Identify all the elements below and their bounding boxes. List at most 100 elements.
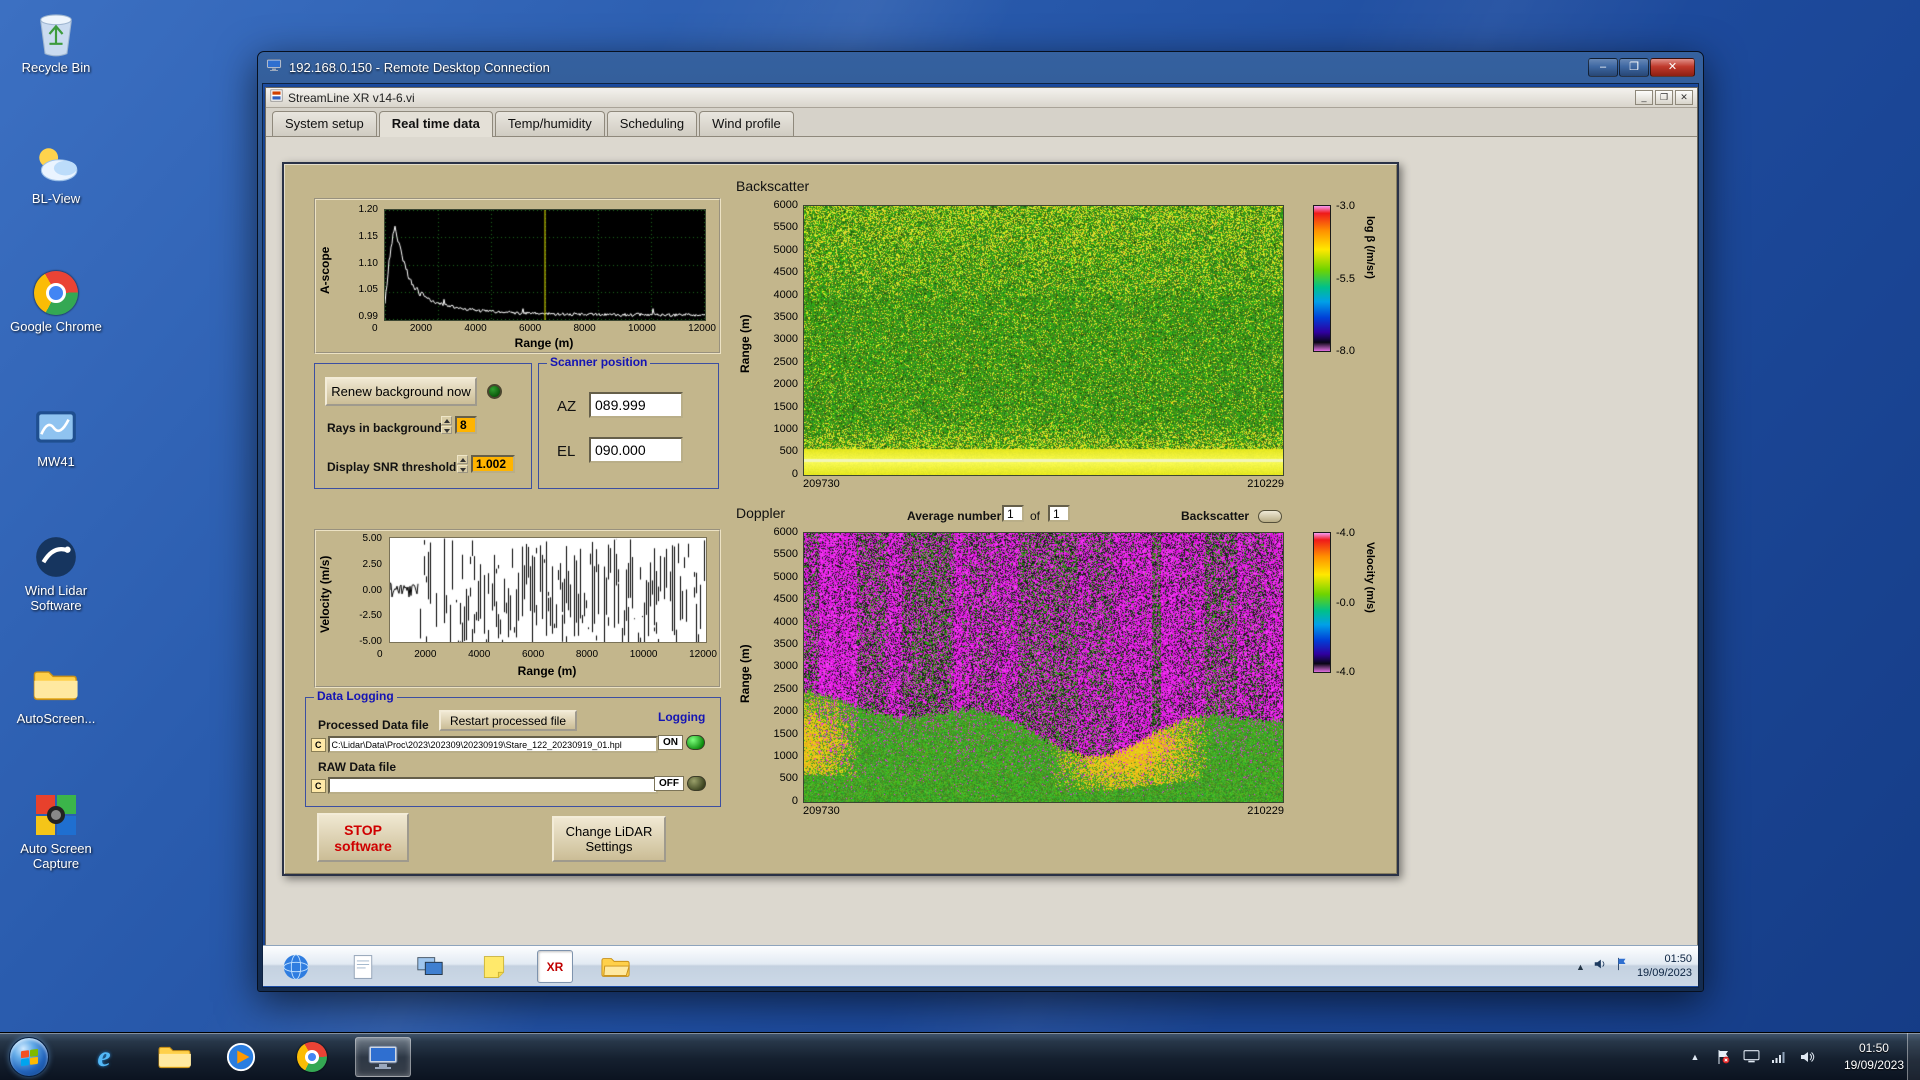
desktop-icon-wind-lidar[interactable]: Wind Lidar Software <box>6 533 106 614</box>
desktop-icon-mw41[interactable]: MW41 <box>6 404 106 470</box>
wind-lidar-icon <box>32 533 80 581</box>
host-clock[interactable]: 01:50 19/09/2023 <box>1844 1040 1904 1074</box>
backscatter-xticks: 209730210229 <box>803 478 1284 490</box>
host-clock-date: 19/09/2023 <box>1844 1057 1904 1074</box>
close-button[interactable]: ✕ <box>1650 58 1695 77</box>
hidden-icons-arrow[interactable]: ▲ <box>1686 1048 1704 1066</box>
open-folder-icon[interactable] <box>598 950 634 983</box>
action-center-flag-icon[interactable] <box>1714 1048 1732 1066</box>
desktop-icon-recycle-bin[interactable]: Recycle Bin <box>6 10 106 76</box>
desktop: Recycle Bin BL-View Google Chrome MW41 W… <box>0 0 1920 1080</box>
vi-minimize-button[interactable]: _ <box>1635 90 1653 105</box>
ascope-plot-canvas <box>384 209 706 321</box>
doppler-colorbar-label: Velocity (m/s) <box>1364 542 1376 613</box>
desktop-icon-google-chrome[interactable]: Google Chrome <box>6 269 106 335</box>
front-panel: A-scope 1.201.151.101.050.99 02000400060… <box>282 162 1399 876</box>
renew-background-button[interactable]: Renew background now <box>325 377 477 406</box>
snr-value-field[interactable]: 1.002 <box>471 455 515 473</box>
backscatter-toggle[interactable] <box>1258 510 1282 523</box>
processed-path-field[interactable]: C:\Lidar\Data\Proc\2023\202309\20230919\… <box>328 736 658 753</box>
processed-logging-switch[interactable]: ON <box>658 735 705 750</box>
backscatter-title: Backscatter <box>736 178 809 194</box>
network-tray-icon[interactable] <box>1770 1048 1788 1066</box>
average-number-field[interactable]: 1 <box>1002 505 1024 522</box>
notepad-icon[interactable] <box>345 950 381 983</box>
rdp-session-desktop: StreamLine XR v14-6.vi _ ❐ ✕ System setu… <box>262 83 1699 988</box>
doppler-title: Doppler <box>736 505 785 521</box>
maximize-button[interactable]: ❐ <box>1619 58 1649 77</box>
processed-path-drive[interactable]: C <box>311 738 326 752</box>
windows-flag-icon <box>21 1048 38 1065</box>
taskbar-remote-desktop[interactable] <box>355 1037 411 1077</box>
show-desktop-button[interactable] <box>1907 1033 1920 1080</box>
desktop-icon-label: Auto Screen Capture <box>6 842 106 872</box>
desktop-icon-auto-screen-capture[interactable]: Auto Screen Capture <box>6 791 106 872</box>
logging-label: Logging <box>658 710 705 724</box>
desktop-icon-autoscreen[interactable]: AutoScreen... <box>6 661 106 727</box>
session-clock-time: 01:50 <box>1637 953 1692 967</box>
background-led-indicator <box>487 384 502 399</box>
restart-processed-file-button[interactable]: Restart processed file <box>439 710 577 731</box>
start-button[interactable] <box>9 1037 49 1077</box>
session-flag-icon[interactable] <box>1615 957 1629 976</box>
backscatter-yticks: 6000550050004500400035003000250020001500… <box>752 199 798 480</box>
vi-restore-button[interactable]: ❐ <box>1655 90 1673 105</box>
session-clock[interactable]: 01:50 19/09/2023 <box>1637 953 1692 981</box>
rays-value-field[interactable]: 8 <box>455 416 477 434</box>
dual-monitor-icon[interactable] <box>412 950 448 983</box>
minimize-button[interactable]: – <box>1588 58 1618 77</box>
taskbar-explorer[interactable] <box>147 1037 203 1077</box>
raw-data-file-label: RAW Data file <box>318 760 396 774</box>
rdp-titlebar[interactable]: 192.168.0.150 - Remote Desktop Connectio… <box>262 52 1699 83</box>
off-label: OFF <box>654 776 684 791</box>
el-value-field[interactable]: 090.000 <box>589 437 683 463</box>
backscatter-colorbar-label: log β (/m/sr) <box>1364 216 1376 279</box>
background-group: Renew background now Rays in background … <box>314 363 532 489</box>
az-value-field[interactable]: 089.999 <box>589 392 683 418</box>
session-tray: ▲ 01:50 19/09/2023 <box>1576 948 1692 985</box>
taskbar-internet-explorer[interactable]: e <box>76 1037 132 1077</box>
vi-app-icon <box>270 89 283 107</box>
on-label: ON <box>658 735 683 750</box>
average-of-field[interactable]: 1 <box>1048 505 1070 522</box>
doppler-cbar-ticks: -4.0-0.0-4.0 <box>1336 527 1355 678</box>
ascope-graph: A-scope 1.201.151.101.050.99 02000400060… <box>314 198 721 354</box>
internet-explorer-icon: e <box>97 1040 110 1074</box>
velocity-yticks: 5.002.500.00-2.50-5.00 <box>340 533 382 647</box>
globe-icon[interactable] <box>278 950 314 983</box>
tab-system-setup[interactable]: System setup <box>272 111 377 136</box>
snr-spinner[interactable] <box>457 455 468 473</box>
vi-close-button[interactable]: ✕ <box>1675 90 1693 105</box>
volume-tray-icon[interactable] <box>1798 1048 1816 1066</box>
change-lidar-settings-button[interactable]: Change LiDAR Settings <box>552 816 666 862</box>
tab-real-time-data[interactable]: Real time data <box>379 111 493 137</box>
tab-temp-humidity[interactable]: Temp/humidity <box>495 111 605 136</box>
az-label: AZ <box>557 398 576 415</box>
tab-wind-profile[interactable]: Wind profile <box>699 111 794 136</box>
raw-logging-switch[interactable]: OFF <box>654 776 706 791</box>
backscatter-cbar-ticks: -3.0-5.5-8.0 <box>1336 200 1355 357</box>
vi-window: StreamLine XR v14-6.vi _ ❐ ✕ System setu… <box>265 87 1698 947</box>
processed-data-file-label: Processed Data file <box>318 718 429 732</box>
stop-software-button[interactable]: STOP software <box>317 813 409 862</box>
tab-strip: System setup Real time data Temp/humidit… <box>266 108 1697 137</box>
xr-app-icon[interactable]: XR <box>537 950 573 983</box>
velocity-graph: Velocity (m/s) 5.002.500.00-2.50-5.00 02… <box>314 529 721 688</box>
host-clock-time: 01:50 <box>1844 1040 1904 1057</box>
taskbar-chrome[interactable] <box>284 1037 340 1077</box>
doppler-ylabel: Range (m) <box>738 609 752 739</box>
remote-desktop-icon <box>367 1044 399 1070</box>
monitor-tray-icon[interactable] <box>1742 1048 1760 1066</box>
notes-icon[interactable] <box>476 950 512 983</box>
session-volume-icon[interactable] <box>1593 957 1607 976</box>
tab-scheduling[interactable]: Scheduling <box>607 111 697 136</box>
taskbar-media-player[interactable] <box>213 1037 269 1077</box>
session-hidden-icons-arrow[interactable]: ▲ <box>1576 962 1585 972</box>
desktop-icon-bl-view[interactable]: BL-View <box>6 141 106 207</box>
raw-path-drive[interactable]: C <box>311 779 326 793</box>
raw-path-field[interactable] <box>328 777 658 794</box>
remote-desktop-icon <box>266 58 282 77</box>
rdp-window-title: 192.168.0.150 - Remote Desktop Connectio… <box>289 60 550 75</box>
rays-spinner[interactable] <box>441 416 452 434</box>
vi-titlebar[interactable]: StreamLine XR v14-6.vi _ ❐ ✕ <box>266 88 1697 108</box>
